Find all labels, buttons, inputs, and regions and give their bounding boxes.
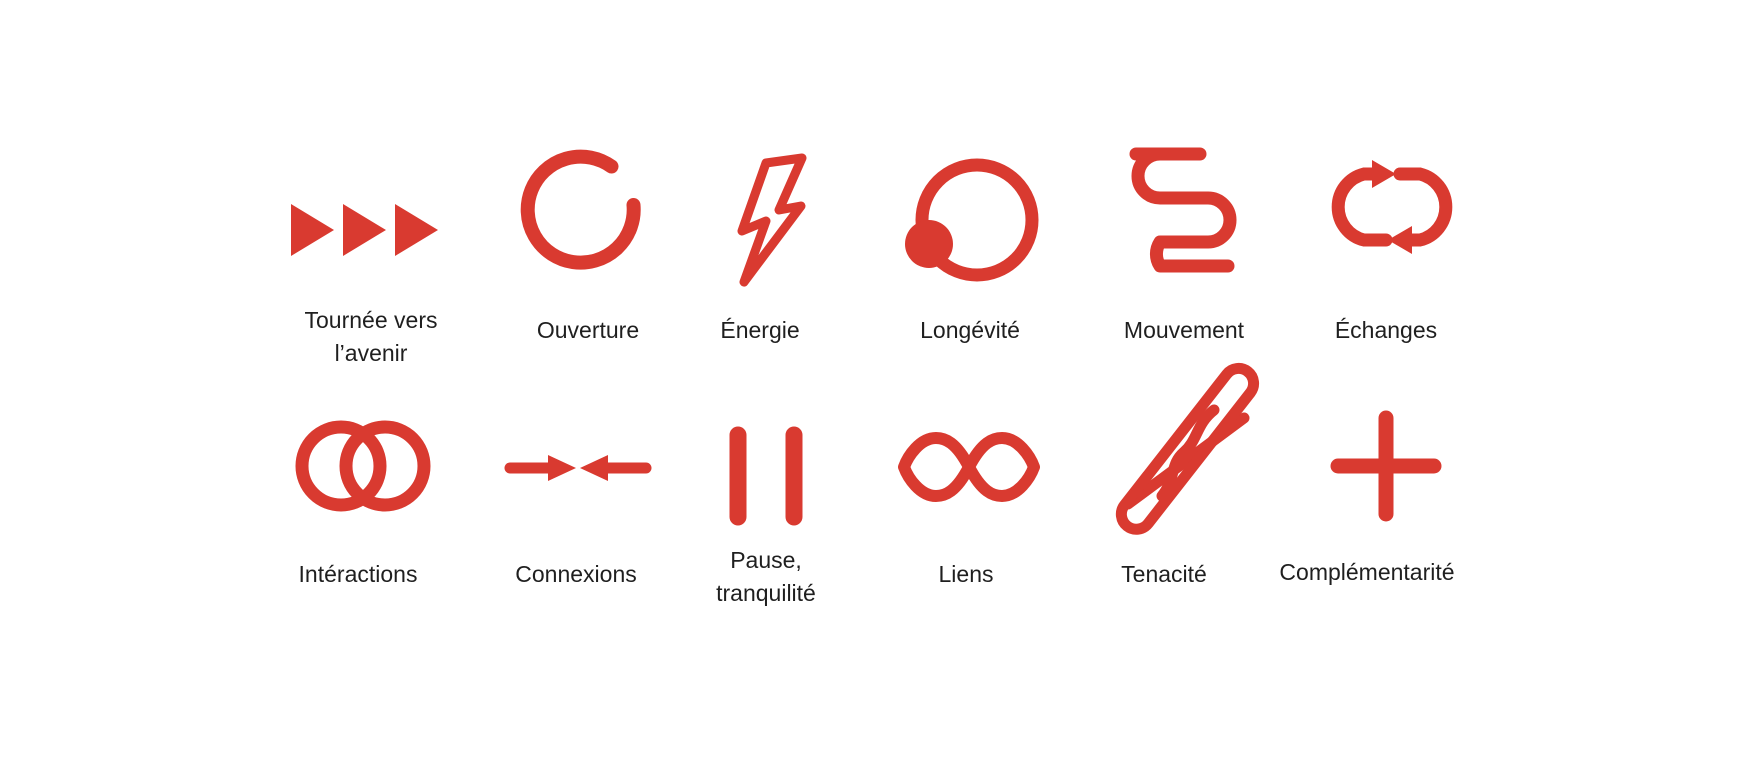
item-label: Liens	[938, 561, 994, 587]
plus-icon	[1330, 410, 1442, 522]
item-label: Tournée vers l’avenir	[304, 307, 438, 366]
lightning-bolt-icon	[737, 153, 807, 287]
item-label: Tenacité	[1121, 561, 1207, 587]
circle-with-dot-icon	[905, 158, 1039, 282]
infinity-icon	[898, 432, 1040, 502]
item-label: Pause, tranquilité	[716, 547, 816, 606]
item-label: Échanges	[1334, 317, 1438, 343]
interlocking-rings-icon	[295, 420, 431, 512]
icon-grid: Tournée vers l’avenir Ouverture Énergie …	[0, 0, 1746, 771]
item-label: Mouvement	[1123, 317, 1245, 343]
twisted-knot-icon	[1115, 362, 1260, 535]
open-circle-icon	[520, 149, 641, 270]
pause-icon	[729, 426, 803, 526]
converging-arrows-icon	[504, 455, 652, 481]
item-label: Intéractions	[298, 561, 418, 587]
item-label: Connexions	[515, 561, 637, 587]
fast-forward-icon	[291, 204, 438, 256]
item-label: Complémentarité	[1279, 559, 1455, 585]
item-label: Longévité	[920, 317, 1020, 343]
item-label: Énergie	[720, 317, 800, 343]
serpentine-line-icon	[1129, 147, 1237, 273]
circular-arrows-icon	[1331, 160, 1453, 254]
